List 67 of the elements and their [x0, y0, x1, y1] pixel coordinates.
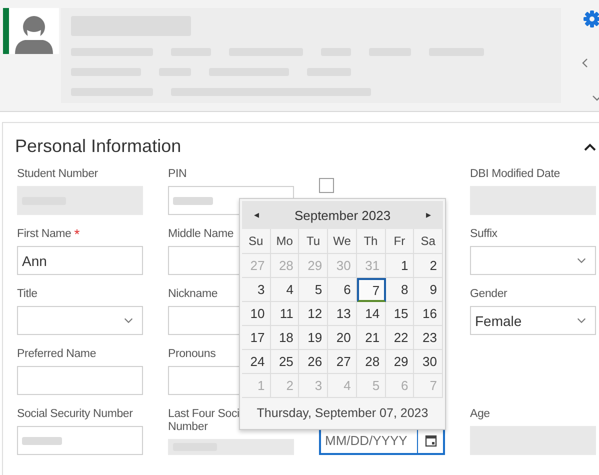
day-cell[interactable]: 16: [414, 302, 443, 326]
day-cell[interactable]: 12: [299, 302, 328, 326]
month-title: September 2023: [294, 208, 391, 222]
text-field[interactable]: Ann: [17, 246, 143, 275]
day-cell[interactable]: 19: [299, 326, 328, 350]
field-label: Last Four Soci Number: [168, 408, 240, 434]
today-button[interactable]: Thursday, September 07, 2023: [240, 398, 445, 429]
day-cell[interactable]: 23: [414, 326, 443, 350]
field-label: First Name: [17, 228, 72, 241]
field-label: Social Security Number: [17, 408, 133, 421]
day-cell[interactable]: 5: [299, 278, 328, 302]
day-cell[interactable]: 18: [270, 326, 300, 350]
day-cell[interactable]: 9: [414, 278, 443, 302]
text-field[interactable]: [17, 366, 143, 395]
day-cell[interactable]: 10: [242, 302, 271, 326]
day-cell[interactable]: 21: [356, 326, 386, 350]
field-label: DBI Modified Date: [470, 168, 560, 181]
day-cell[interactable]: 28: [356, 350, 386, 374]
day-cell[interactable]: 2: [414, 254, 443, 278]
day-cell[interactable]: 25: [270, 350, 300, 374]
field-label: Suffix: [470, 228, 498, 241]
day-cell[interactable]: 24: [242, 350, 271, 374]
weekday-label: Tu: [299, 229, 328, 254]
field-label: Pronouns: [168, 348, 216, 361]
weekday-label: Sa: [414, 229, 443, 254]
field-label: PIN: [168, 168, 187, 181]
field-label: Age: [470, 408, 490, 421]
day-cell[interactable]: 8: [386, 278, 414, 302]
required-mark: *: [74, 228, 80, 241]
weekday-label: We: [328, 229, 357, 254]
day-cell[interactable]: 26: [299, 350, 328, 374]
field-label: Title: [17, 288, 38, 301]
field-label: Preferred Name: [17, 348, 96, 361]
weekday-label: Mo: [270, 229, 300, 254]
section-title: Personal Information: [15, 136, 182, 157]
field-label: Middle Name: [168, 228, 234, 241]
day-cell[interactable]: 22: [386, 326, 414, 350]
field-label: Student Number: [17, 168, 98, 181]
day-cell[interactable]: 4: [270, 278, 300, 302]
day-cell[interactable]: 20: [328, 326, 357, 350]
calendar-icon: [424, 434, 436, 447]
select-field[interactable]: [17, 306, 143, 335]
day-cell[interactable]: 30: [414, 350, 443, 374]
weekday-label: Th: [356, 229, 386, 254]
checkbox[interactable]: [319, 178, 334, 193]
day-cell[interactable]: 17: [242, 326, 271, 350]
day-cell[interactable]: 29: [386, 350, 414, 374]
day-cell[interactable]: 14: [356, 302, 386, 326]
settings-icon[interactable]: [583, 10, 599, 28]
day-cell[interactable]: 15: [386, 302, 414, 326]
select-field[interactable]: [470, 246, 596, 275]
date-input[interactable]: MM/DD/YYYY: [325, 433, 417, 448]
day-cell[interactable]: 7: [356, 278, 386, 302]
text-field[interactable]: [17, 426, 143, 455]
field-label: Nickname: [168, 288, 218, 301]
day-cell[interactable]: 27: [328, 350, 357, 374]
day-cell[interactable]: 3: [242, 278, 271, 302]
previous-month-button[interactable]: ◂: [250, 209, 263, 221]
weekday-label: Fr: [386, 229, 414, 254]
day-cell[interactable]: 13: [328, 302, 357, 326]
field-label: Gender: [470, 288, 508, 301]
weekday-label: Su: [242, 229, 271, 254]
day-cell[interactable]: 1: [386, 254, 414, 278]
next-month-button[interactable]: ▸: [422, 209, 435, 221]
select-field[interactable]: Female: [470, 306, 596, 335]
day-cell[interactable]: 11: [270, 302, 300, 326]
status-bar: [3, 8, 9, 54]
